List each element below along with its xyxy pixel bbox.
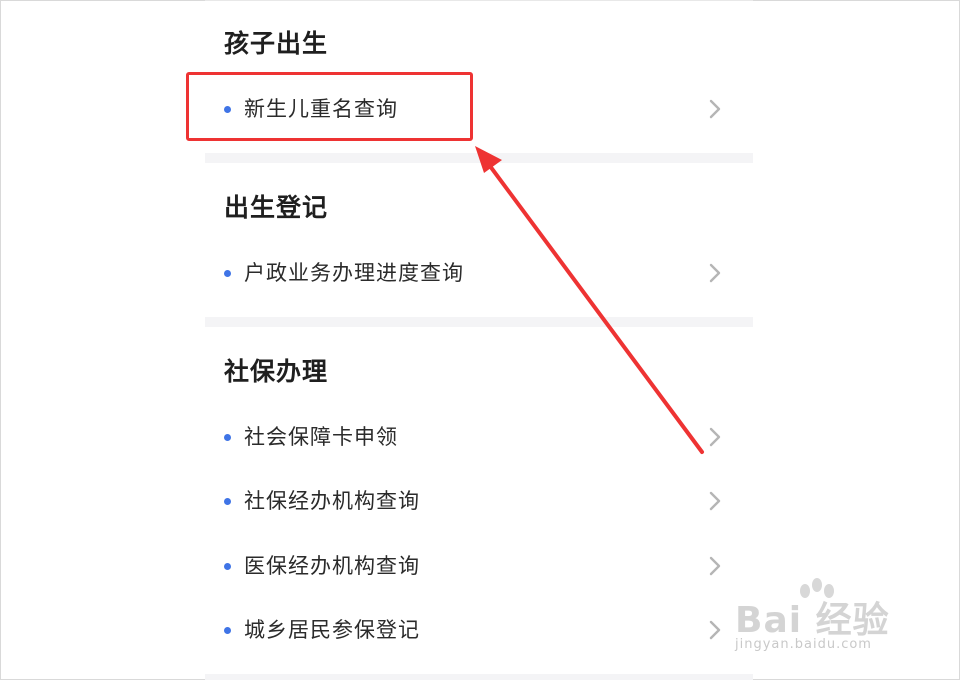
list-item-resident-insurance-registration[interactable]: 城乡居民参保登记: [205, 601, 753, 657]
top-divider: [205, 0, 753, 1]
chevron-right-icon: [709, 99, 721, 119]
list-item-social-security-card[interactable]: 社会保障卡申领: [205, 408, 753, 464]
bullet-dot-icon: [224, 498, 231, 505]
baidu-jingyan-watermark: Bai 经验 jingyan.baidu.com: [735, 578, 915, 665]
bullet-dot-icon: [224, 270, 231, 277]
section-gap: [205, 153, 753, 163]
chevron-right-icon: [709, 427, 721, 447]
bullet-dot-icon: [224, 434, 231, 441]
bullet-dot-icon: [224, 563, 231, 570]
annotation-highlight-box: [186, 72, 473, 141]
list-item-label: 社保经办机构查询: [244, 489, 420, 513]
list-item-label: 户政业务办理进度查询: [244, 261, 464, 285]
watermark-brand: Bai 经验: [735, 600, 890, 641]
list-item-medical-insurance-agency[interactable]: 医保经办机构查询: [205, 537, 753, 593]
chevron-right-icon: [709, 263, 721, 283]
chevron-right-icon: [709, 556, 721, 576]
section-gap: [205, 317, 753, 327]
list-item-label: 医保经办机构查询: [244, 554, 420, 578]
chevron-right-icon: [709, 491, 721, 511]
watermark-url: jingyan.baidu.com: [735, 637, 872, 652]
section-title-child-birth: 孩子出生: [224, 29, 329, 58]
chevron-right-icon: [709, 620, 721, 640]
section-gap: [205, 674, 753, 680]
list-item-household-progress[interactable]: 户政业务办理进度查询: [205, 244, 753, 300]
bullet-dot-icon: [224, 627, 231, 634]
list-item-label: 城乡居民参保登记: [244, 618, 420, 642]
list-item-label: 社会保障卡申领: [244, 425, 398, 449]
list-item-social-security-agency[interactable]: 社保经办机构查询: [205, 472, 753, 528]
section-title-social-security: 社保办理: [224, 357, 329, 386]
section-title-birth-registration: 出生登记: [224, 193, 329, 222]
